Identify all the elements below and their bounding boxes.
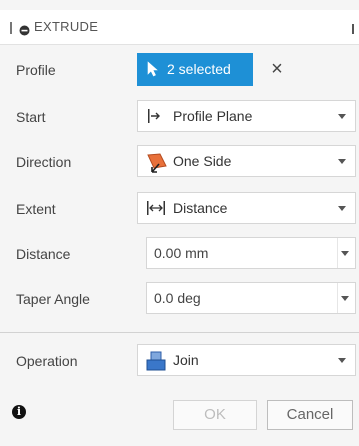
start-dropdown[interactable]: Profile Plane [137,100,356,132]
chevron-down-icon[interactable] [341,296,349,301]
join-icon [146,351,166,374]
chevron-down-icon [338,358,346,363]
dialog-title: EXTRUDE [34,19,99,34]
operation-dropdown[interactable]: Join [137,344,356,376]
chevron-down-icon[interactable] [341,251,349,256]
operation-label: Operation [16,353,78,369]
extrude-dialog: EXTRUDE Profile 2 selected × Start Profi… [0,0,359,446]
direction-dropdown[interactable]: One Side [137,145,356,177]
close-icon[interactable]: × [265,56,289,82]
ok-button[interactable]: OK [173,400,257,430]
input-divider [337,283,338,313]
start-label: Start [16,109,46,125]
taper-angle-label: Taper Angle [16,291,90,307]
dialog-titlebar[interactable]: EXTRUDE [0,10,359,45]
chevron-down-icon [338,159,346,164]
titlebar-edge-icon [352,24,354,34]
dialog-footer: i OK Cancel [0,384,359,446]
extent-value: Distance [173,200,228,216]
collapse-icon[interactable] [19,23,30,39]
chevron-down-icon [338,206,346,211]
operation-value: Join [173,352,199,368]
cancel-button[interactable]: Cancel [267,400,353,430]
distance-value: 0.00 mm [154,245,209,261]
profile-plane-icon [146,107,162,128]
start-value: Profile Plane [173,108,253,124]
chevron-down-icon [338,114,346,119]
profile-selection-count: 2 selected [167,61,231,77]
cursor-arrow-icon [147,61,159,80]
taper-angle-input[interactable]: 0.0 deg [146,282,356,314]
distance-icon [146,199,166,220]
distance-input[interactable]: 0.00 mm [146,237,356,269]
extent-dropdown[interactable]: Distance [137,192,356,224]
info-icon[interactable]: i [12,405,26,419]
direction-label: Direction [16,154,72,170]
input-divider [337,238,338,268]
distance-label: Distance [16,246,71,262]
direction-value: One Side [173,153,232,169]
one-side-icon [146,152,168,177]
drag-handle-icon[interactable] [10,22,12,34]
extent-label: Extent [16,201,56,217]
taper-angle-value: 0.0 deg [154,290,201,306]
profile-selection-button[interactable]: 2 selected [137,53,253,86]
section-divider [0,332,359,333]
profile-label: Profile [16,62,56,78]
